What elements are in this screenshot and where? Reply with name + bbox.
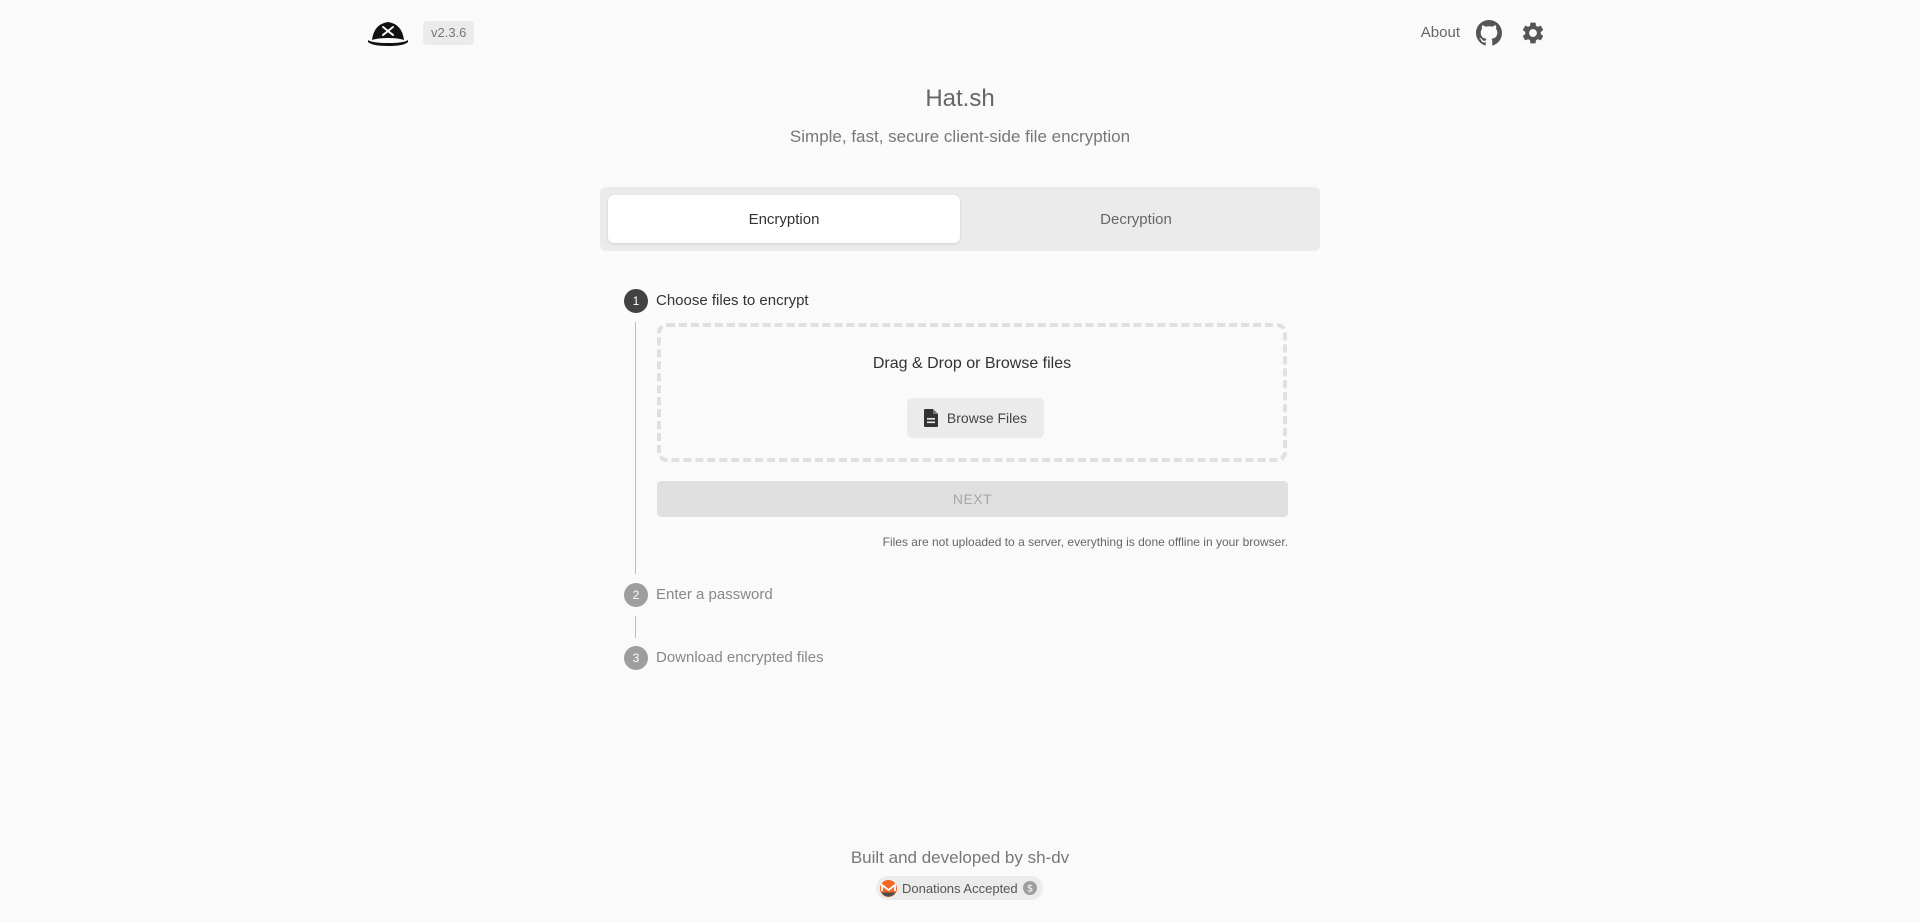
donate-chip[interactable]: Donations Accepted $ [876,876,1043,900]
app-title: Hat.sh [925,85,995,112]
browse-files-label: Browse Files [946,410,1028,426]
step-number-1: 1 [624,289,648,313]
github-icon[interactable] [1476,20,1502,46]
svg-text:$: $ [1026,884,1032,895]
browse-files-button[interactable]: Browse Files [907,398,1044,438]
version-badge: v2.3.6 [423,21,475,45]
file-icon [923,409,938,427]
next-button[interactable]: NEXT [657,481,1288,517]
donate-label: Donations Accepted [902,880,1018,896]
mode-tabs: Encryption Decryption [600,187,1320,251]
dollar-icon: $ [1022,881,1037,895]
monero-icon [880,879,897,897]
pirate-hat-icon[interactable] [368,20,408,46]
tab-encryption[interactable]: Encryption [608,195,960,243]
tab-decryption[interactable]: Decryption [960,195,1312,243]
step-label-enter-password: Enter a password [656,586,773,603]
gear-icon[interactable] [1520,20,1546,46]
step-number-3: 3 [624,646,648,670]
app-subtitle: Simple, fast, secure client-side file en… [789,127,1131,146]
file-dropzone[interactable]: Drag & Drop or Browse files Browse Files [657,323,1287,462]
footer-credit: Built and developed by sh-dv [850,848,1070,867]
top-bar: v2.3.6 About [368,18,1544,62]
step-connector [635,322,636,574]
step-number-2: 2 [624,583,648,607]
dropzone-text: Drag & Drop or Browse files [872,355,1072,372]
step-label-download: Download encrypted files [656,649,824,666]
step-connector [635,616,636,638]
offline-note: Files are not uploaded to a server, ever… [882,535,1288,549]
step-label-choose-files: Choose files to encrypt [656,292,809,309]
about-link[interactable]: About [1421,21,1460,45]
